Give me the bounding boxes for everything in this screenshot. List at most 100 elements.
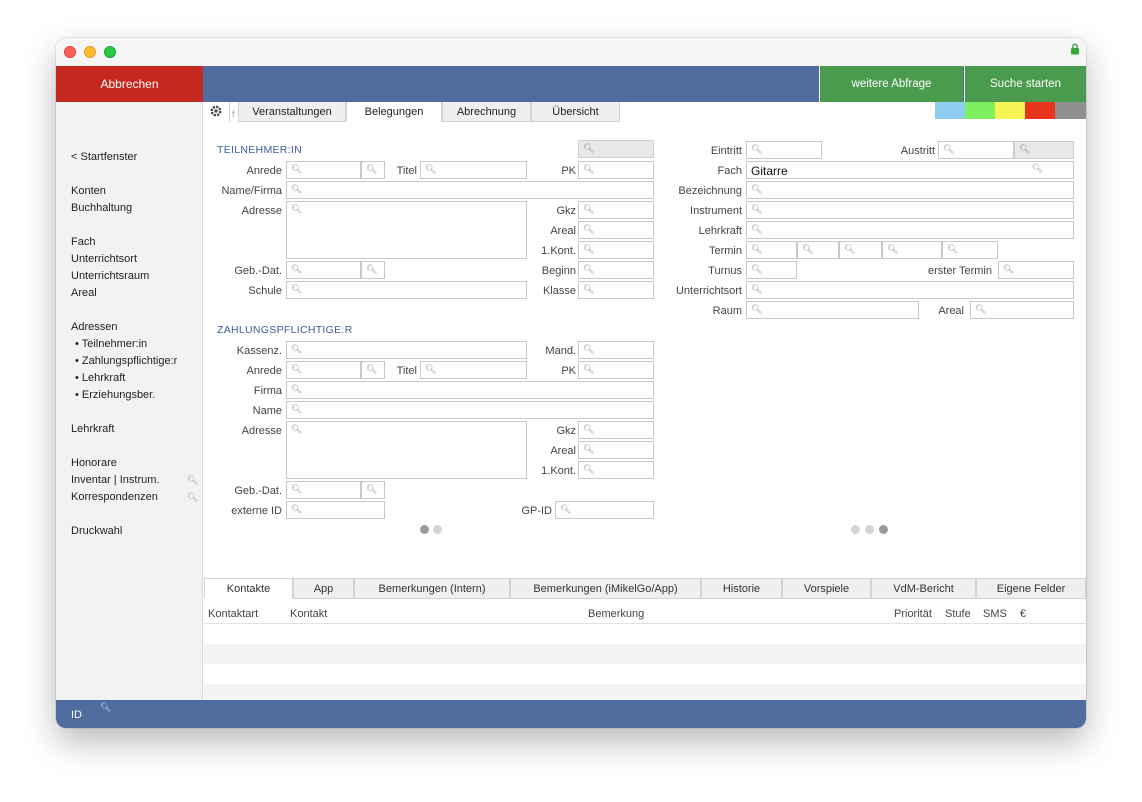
austritt-input[interactable]: 🔍︎ xyxy=(938,141,1014,159)
adresse-input[interactable]: 🔍︎ xyxy=(286,201,527,259)
tab-app[interactable]: App xyxy=(293,579,354,599)
sidebar-item-unterrichtsraum[interactable]: Unterrichtsraum xyxy=(71,270,149,282)
zp-geb-dat-input[interactable]: 🔍︎ xyxy=(286,481,361,499)
anrede-input[interactable]: 🔍︎ xyxy=(286,161,361,179)
zp-titel-input[interactable]: 🔍︎ xyxy=(420,361,527,379)
pk-input[interactable]: 🔍︎ xyxy=(578,161,654,179)
tab-vorspiele[interactable]: Vorspiele xyxy=(782,579,871,599)
lehrkraft-input[interactable]: 🔍︎ xyxy=(746,221,1074,239)
sidebar-item-druckwahl[interactable]: Druckwahl xyxy=(71,525,122,537)
kont-input[interactable]: 🔍︎ xyxy=(578,241,654,259)
kassenz-input[interactable]: 🔍︎ xyxy=(286,341,527,359)
column-kontakt[interactable]: Kontakt xyxy=(290,608,327,620)
more-query-button[interactable]: weitere Abfrage xyxy=(819,66,963,102)
termin-input-1[interactable]: 🔍︎ xyxy=(746,241,797,259)
tab-historie[interactable]: Historie xyxy=(701,579,782,599)
search-icon[interactable]: 🔍︎ xyxy=(100,702,111,713)
tab-vdm-bericht[interactable]: VdM-Bericht xyxy=(871,579,976,599)
start-search-button[interactable]: Suche starten xyxy=(964,66,1086,102)
zp-firma-input[interactable]: 🔍︎ xyxy=(286,381,654,399)
color-filter-green[interactable] xyxy=(965,102,995,119)
column-stufe[interactable]: Stufe xyxy=(945,608,971,620)
tab-abrechnung[interactable]: Abrechnung xyxy=(442,102,531,122)
zp-anrede-input[interactable]: 🔍︎ xyxy=(286,361,361,379)
page-dot-right-3[interactable] xyxy=(879,525,888,534)
termin-input-5[interactable]: 🔍︎ xyxy=(942,241,998,259)
sidebar-item-konten[interactable]: Konten xyxy=(71,185,106,197)
sidebar-item-korrespondenzen[interactable]: Korrespondenzen xyxy=(71,491,158,503)
color-filter-gray[interactable] xyxy=(1055,102,1086,119)
termin-input-3[interactable]: 🔍︎ xyxy=(839,241,882,259)
zoom-window-button[interactable] xyxy=(104,46,116,58)
anrede-lookup[interactable]: 🔍︎ xyxy=(361,161,385,179)
sidebar-item-fach[interactable]: Fach xyxy=(71,236,95,248)
zp-pk-input[interactable]: 🔍︎ xyxy=(578,361,654,379)
instrument-input[interactable]: 🔍︎ xyxy=(746,201,1074,219)
klasse-input[interactable]: 🔍︎ xyxy=(578,281,654,299)
erster-termin-input[interactable]: 🔍︎ xyxy=(998,261,1074,279)
titel-input[interactable]: 🔍︎ xyxy=(420,161,527,179)
page-dot-right-2[interactable] xyxy=(865,525,874,534)
column-sms[interactable]: SMS xyxy=(983,608,1007,620)
sidebar-item-teilnehmer[interactable]: • Teilnehmer:in xyxy=(75,338,147,350)
beginn-input[interactable]: 🔍︎ xyxy=(578,261,654,279)
color-filter-red[interactable] xyxy=(1025,102,1055,119)
sidebar-item-zahlungspflichtige[interactable]: • Zahlungspflichtige:r xyxy=(75,355,177,367)
page-dot-right-1[interactable] xyxy=(851,525,860,534)
sidebar-item-lehrkraft[interactable]: Lehrkraft xyxy=(71,423,114,435)
page-dot-left-2[interactable] xyxy=(433,525,442,534)
tab-eigene-felder[interactable]: Eigene Felder xyxy=(976,579,1086,599)
sidebar-item-adressen[interactable]: Adressen xyxy=(71,321,117,333)
raum-input[interactable]: 🔍︎ xyxy=(746,301,919,319)
color-filter-yellow[interactable] xyxy=(995,102,1025,119)
search-icon[interactable]: 🔍︎ xyxy=(187,492,198,503)
tab-belegungen[interactable]: Belegungen xyxy=(346,102,442,122)
zp-kont-input[interactable]: 🔍︎ xyxy=(578,461,654,479)
minimize-window-button[interactable] xyxy=(84,46,96,58)
search-icon[interactable]: 🔍︎ xyxy=(187,475,198,486)
areal-input[interactable]: 🔍︎ xyxy=(578,221,654,239)
fach-input[interactable]: Gitarre 🔍︎ xyxy=(746,161,1074,179)
sidebar-item-honorare[interactable]: Honorare xyxy=(71,457,117,469)
column-euro[interactable]: € xyxy=(1020,608,1026,620)
column-kontaktart[interactable]: Kontaktart xyxy=(208,608,258,620)
bezeichnung-input[interactable]: 🔍︎ xyxy=(746,181,1074,199)
geb-dat-lookup[interactable]: 🔍︎ xyxy=(361,261,385,279)
gear-icon[interactable] xyxy=(208,103,224,119)
unterrichtsort-input[interactable]: 🔍︎ xyxy=(746,281,1074,299)
table-row[interactable] xyxy=(204,624,1086,644)
schule-input[interactable]: 🔍︎ xyxy=(286,281,527,299)
r-areal-input[interactable]: 🔍︎ xyxy=(970,301,1074,319)
column-prioritaet[interactable]: Priorität xyxy=(894,608,932,620)
sidebar-item-adr-lehrkraft[interactable]: • Lehrkraft xyxy=(75,372,125,384)
zp-anrede-lookup[interactable]: 🔍︎ xyxy=(361,361,385,379)
turnus-input[interactable]: 🔍︎ xyxy=(746,261,797,279)
tab-bemerkungen-app[interactable]: Bemerkungen (iMikelGo/App) xyxy=(510,579,701,599)
zp-gkz-input[interactable]: 🔍︎ xyxy=(578,421,654,439)
gkz-input[interactable]: 🔍︎ xyxy=(578,201,654,219)
geb-dat-input[interactable]: 🔍︎ xyxy=(286,261,361,279)
sidebar-item-erziehungsber[interactable]: • Erziehungsber. xyxy=(75,389,155,401)
gp-id-input[interactable]: 🔍︎ xyxy=(555,501,654,519)
sidebar-item-areal[interactable]: Areal xyxy=(71,287,97,299)
externe-id-input[interactable]: 🔍︎ xyxy=(286,501,385,519)
zp-areal-input[interactable]: 🔍︎ xyxy=(578,441,654,459)
cancel-button[interactable]: Abbrechen xyxy=(56,66,203,102)
zp-adresse-input[interactable]: 🔍︎ xyxy=(286,421,527,479)
tab-kontakte[interactable]: Kontakte xyxy=(204,579,293,599)
table-row[interactable] xyxy=(204,644,1086,664)
termin-input-4[interactable]: 🔍︎ xyxy=(882,241,942,259)
name-firma-input[interactable]: 🔍︎ xyxy=(286,181,654,199)
tab-veranstaltungen[interactable]: Veranstaltungen xyxy=(238,102,346,122)
eintritt-input[interactable]: 🔍︎ xyxy=(746,141,822,159)
tab-uebersicht[interactable]: Übersicht xyxy=(531,102,620,122)
sidebar-item-startfenster[interactable]: < Startfenster xyxy=(71,151,137,163)
zp-name-input[interactable]: 🔍︎ xyxy=(286,401,654,419)
termin-input-2[interactable]: 🔍︎ xyxy=(797,241,839,259)
table-row[interactable] xyxy=(204,664,1086,684)
search-icon[interactable]: 🔍︎ xyxy=(1032,163,1043,174)
page-dot-left-1[interactable] xyxy=(420,525,429,534)
filter-icon[interactable]: f xyxy=(232,109,235,119)
sidebar-item-buchhaltung[interactable]: Buchhaltung xyxy=(71,202,132,214)
close-window-button[interactable] xyxy=(64,46,76,58)
